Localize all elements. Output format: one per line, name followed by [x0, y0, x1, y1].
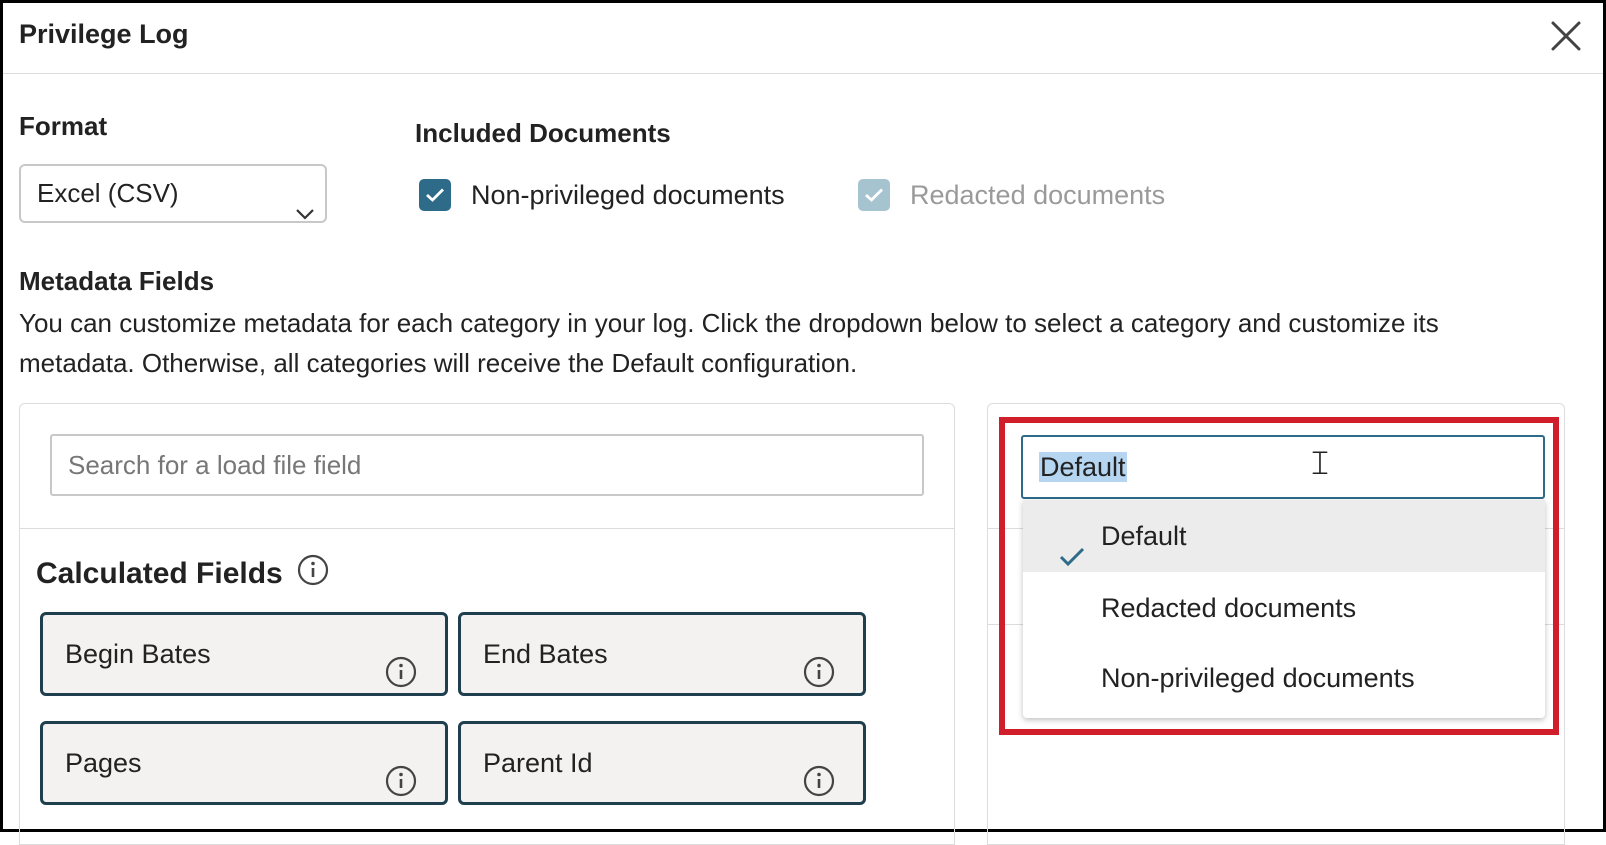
field-begin-bates[interactable]: Begin Bates: [40, 612, 448, 696]
included-documents-label: Included Documents: [415, 118, 671, 148]
non-privileged-checkbox-label: Non-privileged documents: [471, 179, 785, 210]
non-privileged-checkbox[interactable]: [419, 179, 451, 211]
menu-item-label: Default: [1101, 521, 1187, 551]
field-library-panel: Search for a load file field Calculated …: [19, 403, 955, 845]
search-placeholder: Search for a load file field: [68, 450, 362, 480]
field-end-bates[interactable]: End Bates: [458, 612, 866, 696]
category-input-value: Default: [1039, 452, 1127, 482]
text-cursor-icon: 𝙸: [1308, 443, 1332, 483]
info-icon[interactable]: [803, 749, 835, 827]
menu-item-label: Non-privileged documents: [1101, 663, 1415, 693]
panel-divider: [20, 528, 954, 529]
search-input[interactable]: Search for a load file field: [50, 434, 924, 496]
menu-item-label: Redacted documents: [1101, 593, 1357, 623]
info-icon[interactable]: [297, 554, 329, 594]
menu-item-redacted-documents[interactable]: Redacted documents: [1023, 572, 1545, 644]
non-privileged-checkbox-row[interactable]: Non-privileged documents: [419, 177, 785, 213]
redacted-checkbox: [858, 179, 890, 211]
info-icon[interactable]: [385, 640, 417, 718]
menu-item-default[interactable]: Default: [1023, 500, 1545, 572]
format-label: Format: [19, 111, 108, 141]
close-icon[interactable]: [1547, 17, 1585, 55]
category-dropdown-menu: Default Redacted documents Non-privilege…: [1023, 500, 1545, 718]
format-select[interactable]: Excel (CSV): [19, 164, 327, 223]
field-label: Pages: [65, 748, 142, 778]
dialog-header: Privilege Log: [3, 3, 1603, 74]
metadata-fields-label: Metadata Fields: [19, 266, 215, 296]
field-parent-id[interactable]: Parent Id: [458, 721, 866, 805]
redacted-checkbox-row: Redacted documents: [858, 177, 1165, 213]
field-pages[interactable]: Pages: [40, 721, 448, 805]
info-icon[interactable]: [385, 749, 417, 827]
dialog-title: Privilege Log: [19, 19, 189, 49]
format-select-value: Excel (CSV): [37, 178, 179, 208]
redacted-checkbox-label: Redacted documents: [910, 179, 1166, 210]
info-icon[interactable]: [803, 640, 835, 718]
metadata-description: You can customize metadata for each cate…: [19, 308, 1439, 378]
privilege-log-dialog: Privilege Log Format Excel (CSV) Include…: [0, 0, 1606, 845]
category-combobox[interactable]: Default: [1021, 435, 1545, 499]
calculated-fields-title: Calculated Fields: [36, 557, 283, 590]
chevron-down-icon: [295, 185, 315, 220]
calculated-fields-heading: Calculated Fields: [36, 554, 329, 594]
menu-item-non-privileged-documents[interactable]: Non-privileged documents: [1023, 642, 1545, 714]
field-label: Parent Id: [483, 748, 593, 778]
field-label: Begin Bates: [65, 639, 211, 669]
field-label: End Bates: [483, 639, 608, 669]
